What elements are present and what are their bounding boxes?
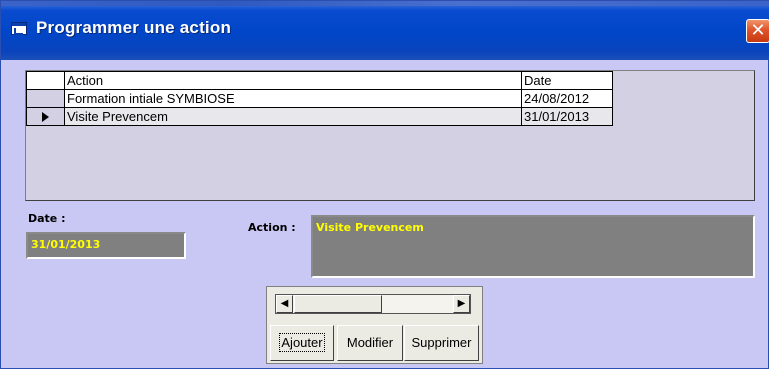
- scroll-left-icon: ◀: [280, 298, 289, 309]
- scroll-right-icon: ▶: [457, 298, 466, 309]
- dialog-window: Programmer une action ✕ Action Date Form…: [0, 0, 769, 369]
- action-field[interactable]: Visite Prevencem: [311, 215, 755, 278]
- row-selector[interactable]: [26, 107, 65, 126]
- delete-button[interactable]: Supprimer: [404, 325, 479, 361]
- cell-date[interactable]: 31/01/2013: [521, 107, 613, 126]
- column-header-action[interactable]: Action: [64, 71, 522, 90]
- scroll-thumb[interactable]: [294, 295, 382, 313]
- cell-action[interactable]: Visite Prevencem: [64, 107, 522, 126]
- title-bar[interactable]: Programmer une action ✕: [1, 6, 769, 60]
- column-header-date[interactable]: Date: [521, 71, 613, 90]
- table-row[interactable]: Visite Prevencem 31/01/2013: [26, 107, 613, 126]
- scroll-right-button[interactable]: ▶: [453, 295, 470, 313]
- header-selector-cell: [26, 71, 65, 90]
- add-button[interactable]: Ajouter: [270, 325, 334, 361]
- table-row[interactable]: Formation intiale SYMBIOSE 24/08/2012: [26, 89, 613, 108]
- navigation-panel: ◀ ▶ Ajouter Modifier Supprimer: [266, 286, 483, 364]
- cell-date[interactable]: 24/08/2012: [521, 89, 613, 108]
- action-label: Action :: [248, 221, 296, 234]
- scroll-left-button[interactable]: ◀: [276, 295, 293, 313]
- edit-button-label: Modifier: [346, 335, 394, 350]
- row-selector[interactable]: [26, 89, 65, 108]
- actions-table: Action Date Formation intiale SYMBIOSE 2…: [26, 71, 613, 126]
- horizontal-scrollbar[interactable]: ◀ ▶: [275, 294, 471, 314]
- delete-button-label: Supprimer: [411, 335, 472, 350]
- date-field[interactable]: 31/01/2013: [26, 232, 186, 259]
- window-icon: [11, 22, 27, 35]
- actions-grid[interactable]: Action Date Formation intiale SYMBIOSE 2…: [25, 70, 755, 201]
- current-row-arrow-icon: [42, 112, 49, 123]
- window-title: Programmer une action: [36, 18, 232, 37]
- cell-action[interactable]: Formation intiale SYMBIOSE: [64, 89, 522, 108]
- edit-button[interactable]: Modifier: [337, 325, 403, 361]
- close-icon: ✕: [750, 20, 766, 41]
- close-button[interactable]: ✕: [746, 19, 769, 43]
- grid-header-row: Action Date: [26, 71, 613, 90]
- add-button-label: Ajouter: [279, 333, 325, 352]
- date-label: Date :: [28, 212, 66, 225]
